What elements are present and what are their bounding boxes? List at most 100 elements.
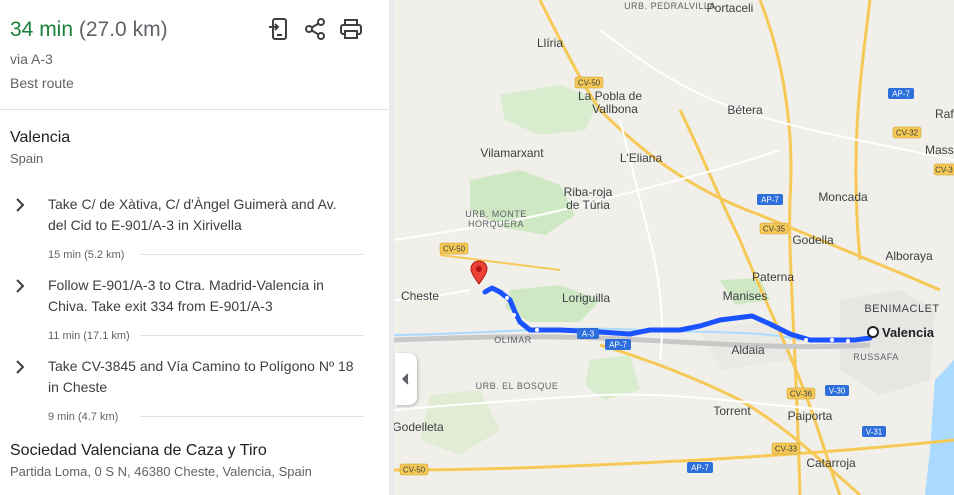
svg-text:CV-3: CV-3 — [935, 166, 953, 175]
svg-text:de Túria: de Túria — [566, 198, 610, 212]
chevron-right-icon[interactable] — [13, 360, 27, 374]
map-canvas[interactable]: URB. PEDRALVILLA Portaceli Llíria La Pob… — [394, 0, 954, 495]
svg-text:V-30: V-30 — [829, 387, 846, 396]
step-meta: 11 min (17.1 km) — [48, 330, 130, 342]
place-label: URB. PEDRALVILLA — [624, 1, 716, 11]
route-waypoint — [846, 339, 850, 343]
place-label: OLIMAR — [494, 335, 532, 345]
road-shield: AP-7 — [605, 339, 631, 350]
road-shield: CV-50 — [399, 463, 429, 476]
svg-text:CV-35: CV-35 — [763, 225, 786, 234]
send-to-phone-button[interactable] — [266, 16, 292, 42]
step-text: Follow E-901/A-3 to Ctra. Madrid-Valenci… — [48, 277, 324, 314]
svg-text:CV-36: CV-36 — [790, 390, 813, 399]
chevron-left-icon — [401, 373, 409, 385]
step-text: Take C/ de Xàtiva, C/ d'Àngel Guimerà an… — [48, 196, 337, 233]
road-shield: CV-50 — [439, 242, 469, 255]
road-shield: CV-35 — [759, 222, 789, 235]
origin-marker[interactable] — [867, 326, 879, 338]
place-label: Paiporta — [788, 409, 833, 423]
svg-text:CV-50: CV-50 — [578, 79, 601, 88]
share-button[interactable] — [302, 16, 328, 42]
highway — [854, 0, 872, 261]
step-separator — [140, 254, 364, 255]
road-shield: CV-32 — [892, 126, 922, 139]
road-shield: AP-7 — [757, 194, 783, 205]
send-to-phone-icon — [269, 18, 287, 40]
sea — [925, 360, 954, 495]
chevron-right-icon[interactable] — [13, 279, 27, 293]
print-button[interactable] — [338, 16, 364, 42]
divider — [0, 109, 389, 110]
road-shield: CV-50 — [574, 76, 604, 89]
place-label: Valencia — [882, 325, 935, 340]
svg-text:CV-50: CV-50 — [443, 245, 466, 254]
road-shield: A-3 — [577, 328, 599, 339]
map-svg: URB. PEDRALVILLA Portaceli Llíria La Pob… — [394, 0, 954, 495]
svg-text:URB. MONTE: URB. MONTE — [465, 209, 527, 219]
road-shield: CV-33 — [771, 442, 801, 455]
route-duration: 34 min — [10, 18, 74, 41]
place-label-ribaroja: Riba-roja de Túria — [564, 185, 613, 212]
road-shield: V-31 — [862, 426, 886, 437]
origin-country: Spain — [10, 151, 44, 166]
highway — [394, 438, 954, 472]
place-label: Cheste — [401, 289, 439, 303]
route-waypoint — [505, 296, 509, 300]
route-summary: 34 min (27.0 km) — [10, 17, 168, 43]
print-icon — [340, 19, 362, 39]
place-label: RUSSAFA — [853, 352, 899, 362]
svg-text:A-3: A-3 — [582, 330, 595, 339]
place-label: Aldaia — [731, 343, 765, 357]
step-text: Take CV-3845 and Vía Camino to Polígono … — [48, 358, 354, 395]
directions-panel: 34 min (27.0 km) via A-3 Best route Vale… — [0, 0, 390, 495]
place-label: L'Eliana — [620, 151, 663, 165]
svg-text:AP-7: AP-7 — [892, 90, 910, 99]
collapse-panel-button[interactable] — [395, 353, 417, 405]
share-icon — [305, 18, 325, 40]
svg-text:AP-7: AP-7 — [691, 464, 709, 473]
route-waypoint — [830, 338, 834, 342]
place-label: Llíria — [537, 36, 563, 50]
route-distance: (27.0 km) — [78, 18, 168, 41]
place-label: Rafelbun — [935, 107, 954, 121]
road-shield: CV-3 — [933, 163, 954, 176]
svg-text:CV-50: CV-50 — [403, 466, 426, 475]
place-label: Manises — [723, 289, 768, 303]
step-separator — [140, 335, 364, 336]
park-area — [585, 355, 640, 400]
svg-text:AP-7: AP-7 — [761, 196, 779, 205]
place-label: Massamag — [925, 143, 954, 157]
place-label: URB. EL BOSQUE — [476, 381, 559, 391]
place-label: BENIMACLET — [864, 303, 939, 315]
svg-text:CV-32: CV-32 — [896, 129, 919, 138]
place-label: Loriguilla — [562, 291, 610, 305]
place-label: Catarroja — [806, 456, 856, 470]
place-label: Alboraya — [885, 249, 933, 263]
road-shield: AP-7 — [687, 462, 713, 473]
place-label: Vilamarxant — [480, 146, 544, 160]
svg-text:La Pobla de: La Pobla de — [578, 89, 642, 103]
svg-text:Vallbona: Vallbona — [592, 102, 638, 116]
destination-address: Partida Loma, 0 S N, 46380 Cheste, Valen… — [10, 464, 312, 479]
route-waypoint — [512, 313, 516, 317]
step-meta: 9 min (4.7 km) — [48, 411, 119, 423]
place-label: Torrent — [713, 404, 751, 418]
destination-name: Sociedad Valenciana de Caza y Tiro — [10, 442, 267, 459]
place-label: Godelleta — [394, 420, 444, 434]
svg-text:V-31: V-31 — [866, 428, 883, 437]
step-separator — [140, 416, 364, 417]
route-note: Best route — [10, 75, 74, 91]
place-label: Portaceli — [707, 1, 754, 15]
road-shield: AP-7 — [888, 88, 914, 99]
road-shield: V-30 — [825, 385, 849, 396]
place-label: Moncada — [818, 190, 868, 204]
destination-pin[interactable] — [470, 260, 488, 285]
svg-text:Riba-roja: Riba-roja — [564, 185, 613, 199]
svg-text:HORQUERA: HORQUERA — [468, 219, 524, 229]
svg-text:CV-33: CV-33 — [775, 445, 798, 454]
place-label-urb-monte: URB. MONTE HORQUERA — [465, 209, 527, 229]
route-waypoint — [535, 328, 539, 332]
road-shield: CV-36 — [786, 387, 816, 400]
chevron-right-icon[interactable] — [13, 198, 27, 212]
